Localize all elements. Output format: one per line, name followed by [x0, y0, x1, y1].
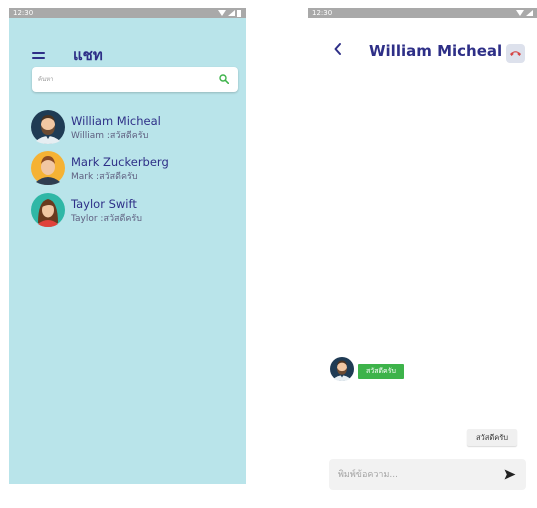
woman-avatar — [31, 193, 65, 227]
status-bar: 12:30 — [9, 8, 246, 18]
search-bar[interactable] — [32, 67, 238, 92]
chat-list-screen: 12:30 แชท William Micheal William :สวัสด… — [9, 8, 246, 484]
message-input[interactable] — [338, 468, 488, 482]
chevron-left-icon[interactable] — [333, 42, 343, 56]
status-time: 12:30 — [312, 9, 333, 17]
search-input[interactable] — [38, 73, 208, 85]
phone-hangup-icon — [510, 51, 521, 56]
man-beard-avatar — [330, 357, 354, 381]
wifi-icon — [516, 10, 524, 16]
man-avatar — [31, 151, 65, 185]
man-beard-avatar — [31, 110, 65, 144]
contact-last-message: Taylor :สวัสดีครับ — [71, 214, 142, 224]
outgoing-message-bubble: สวัสดีครับ — [466, 429, 517, 446]
call-button[interactable] — [506, 44, 525, 63]
contact-last-message: William :สวัสดีครับ — [71, 131, 149, 141]
status-icons — [516, 8, 533, 18]
battery-icon — [237, 9, 241, 17]
conversation-screen: 12:30 William Micheal สวัสดีครับ สวัสดีค… — [308, 8, 537, 490]
status-icons — [218, 8, 241, 18]
status-bar: 12:30 — [308, 8, 537, 18]
contact-item-mark[interactable]: Mark Zuckerberg Mark :สวัสดีครับ — [31, 151, 231, 187]
contact-name: Mark Zuckerberg — [71, 155, 169, 169]
status-time: 12:30 — [13, 9, 34, 17]
contact-item-taylor[interactable]: Taylor Swift Taylor :สวัสดีครับ — [31, 193, 231, 229]
signal-icon — [228, 10, 235, 16]
contact-name: Taylor Swift — [71, 197, 137, 211]
hamburger-icon[interactable] — [32, 52, 45, 62]
signal-icon — [526, 10, 533, 16]
send-icon[interactable] — [504, 469, 516, 480]
message-composer[interactable] — [329, 459, 526, 490]
contact-item-william[interactable]: William Micheal William :สวัสดีครับ — [31, 110, 231, 146]
contact-last-message: Mark :สวัสดีครับ — [71, 172, 138, 182]
incoming-message-bubble: สวัสดีครับ — [358, 364, 404, 379]
search-icon[interactable] — [219, 74, 229, 84]
page-title: แชท — [73, 46, 103, 64]
wifi-icon — [218, 10, 226, 16]
contact-name: William Micheal — [71, 114, 161, 128]
conversation-title: William Micheal — [369, 42, 503, 60]
